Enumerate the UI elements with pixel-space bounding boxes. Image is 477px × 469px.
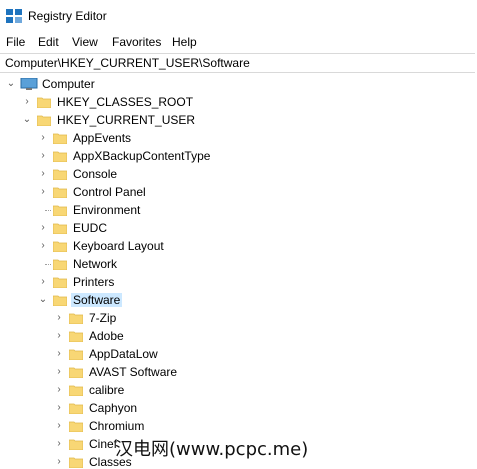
chevron-right-icon[interactable]: › (37, 165, 49, 183)
tree-node-computer[interactable]: ⌄ Computer (0, 75, 200, 93)
tree-node-appxbackupcontenttype[interactable]: › AppXBackupContentType (0, 147, 300, 165)
tree-node-adobe[interactable]: › Adobe (0, 327, 300, 345)
folder-icon (37, 115, 51, 126)
chevron-right-icon[interactable]: › (53, 327, 65, 345)
folder-icon (53, 187, 67, 198)
chevron-right-icon[interactable]: › (37, 273, 49, 291)
tree-label: HKEY_CURRENT_USER (57, 113, 196, 127)
folder-icon (69, 349, 83, 360)
menu-help[interactable]: Help (172, 35, 197, 49)
folder-icon (69, 313, 83, 324)
tree-node-eudc[interactable]: › EUDC (0, 219, 300, 237)
folder-icon (53, 151, 67, 162)
tree-label: Keyboard Layout (73, 239, 164, 253)
tree-node-appdatalow[interactable]: › AppDataLow (0, 345, 300, 363)
tree-node-keyboard-layout[interactable]: › Keyboard Layout (0, 237, 300, 255)
folder-icon (69, 421, 83, 432)
tree-label: AppEvents (73, 131, 132, 145)
chevron-right-icon[interactable]: › (53, 381, 65, 399)
tree-node-console[interactable]: › Console (0, 165, 300, 183)
tree-label: HKEY_CLASSES_ROOT (57, 95, 194, 109)
tree-node-printers[interactable]: › Printers (0, 273, 300, 291)
tree-label: Console (73, 167, 118, 181)
tree-label: 7-Zip (89, 311, 117, 325)
chevron-right-icon[interactable]: › (53, 453, 65, 469)
tree-node-caphyon[interactable]: › Caphyon (0, 399, 300, 417)
computer-icon (20, 78, 38, 90)
registry-tree[interactable]: ⌄ Computer › HKEY_CLASSES_ROOT ⌄ HKEY_CU… (0, 72, 477, 469)
chevron-down-icon[interactable]: ⌄ (21, 111, 33, 129)
folder-icon (53, 295, 67, 306)
folder-icon (53, 205, 67, 216)
folder-icon (69, 403, 83, 414)
folder-icon (69, 367, 83, 378)
address-bar[interactable]: Computer\HKEY_CURRENT_USER\Software (0, 53, 475, 73)
tree-label: Adobe (89, 329, 124, 343)
title-bar: Registry Editor (0, 0, 477, 32)
chevron-right-icon[interactable]: › (37, 237, 49, 255)
folder-icon (69, 331, 83, 342)
menu-view[interactable]: View (72, 35, 98, 49)
menu-favorites[interactable]: Favorites (112, 35, 161, 49)
chevron-right-icon[interactable]: › (21, 93, 33, 111)
chevron-right-icon[interactable]: › (53, 417, 65, 435)
tree-node-calibre[interactable]: › calibre (0, 381, 300, 399)
tree-node-network[interactable]: Network (0, 255, 300, 273)
tree-label: EUDC (73, 221, 108, 235)
tree-node-avast-software[interactable]: › AVAST Software (0, 363, 300, 381)
tree-label-selected: Software (71, 293, 123, 307)
registry-editor-icon (6, 9, 22, 23)
chevron-right-icon[interactable]: › (37, 129, 49, 147)
folder-icon (69, 385, 83, 396)
chevron-right-icon[interactable]: › (37, 219, 49, 237)
folder-icon (37, 97, 51, 108)
chevron-right-icon[interactable]: › (37, 147, 49, 165)
tree-node-appevents[interactable]: › AppEvents (0, 129, 300, 147)
folder-icon (53, 169, 67, 180)
tree-node-hkey-current-user[interactable]: ⌄ HKEY_CURRENT_USER (0, 111, 240, 129)
window-title: Registry Editor (28, 9, 107, 23)
menu-edit[interactable]: Edit (38, 35, 59, 49)
chevron-right-icon[interactable]: › (53, 435, 65, 453)
chevron-right-icon[interactable]: › (53, 345, 65, 363)
tree-node-chromium[interactable]: › Chromium (0, 417, 300, 435)
tree-node-software[interactable]: ⌄ Software (0, 291, 300, 309)
tree-label: Computer (42, 77, 95, 91)
tree-label: AppXBackupContentType (73, 149, 211, 163)
address-path[interactable]: Computer\HKEY_CURRENT_USER\Software (5, 56, 250, 70)
chevron-right-icon[interactable]: › (53, 363, 65, 381)
tree-node-hkey-classes-root[interactable]: › HKEY_CLASSES_ROOT (0, 93, 240, 111)
chevron-down-icon[interactable]: ⌄ (5, 75, 17, 93)
chevron-down-icon[interactable]: ⌄ (37, 291, 49, 309)
chevron-right-icon[interactable]: › (53, 309, 65, 327)
tree-label: AVAST Software (89, 365, 178, 379)
tree-label: Control Panel (73, 185, 146, 199)
tree-label: AppDataLow (89, 347, 158, 361)
tree-node-environment[interactable]: Environment (0, 201, 300, 219)
menu-file[interactable]: File (6, 35, 25, 49)
folder-icon (69, 457, 83, 468)
chevron-right-icon[interactable]: › (53, 399, 65, 417)
tree-label: Network (73, 257, 118, 271)
tree-label: Printers (73, 275, 115, 289)
folder-icon (53, 259, 67, 270)
tree-node-7-zip[interactable]: › 7-Zip (0, 309, 300, 327)
folder-icon (53, 223, 67, 234)
tree-node-control-panel[interactable]: › Control Panel (0, 183, 300, 201)
tree-label: calibre (89, 383, 125, 397)
tree-label: Chromium (89, 419, 145, 433)
menu-bar: File Edit View Favorites Help (0, 32, 477, 52)
folder-icon (53, 241, 67, 252)
tree-label: Environment (73, 203, 141, 217)
tree-label: Cinef (89, 437, 118, 451)
folder-icon (69, 439, 83, 450)
tree-connector (45, 210, 51, 211)
folder-icon (53, 277, 67, 288)
tree-connector (45, 264, 51, 265)
folder-icon (53, 133, 67, 144)
watermark-text: 汉电网(www.pcpc.me) (115, 439, 309, 460)
chevron-right-icon[interactable]: › (37, 183, 49, 201)
tree-label: Caphyon (89, 401, 138, 415)
